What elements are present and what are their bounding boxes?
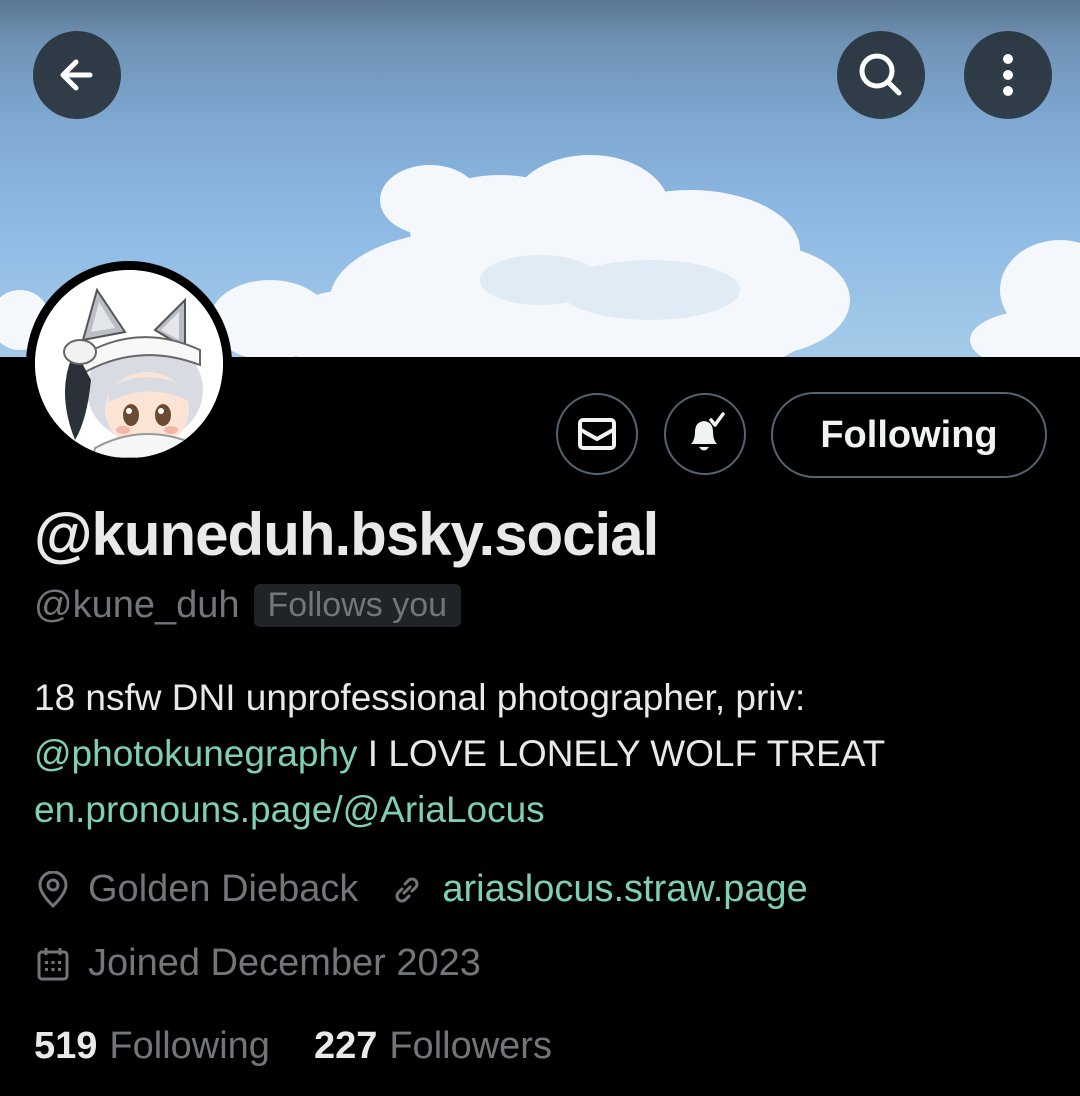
profile-meta-row: Golden Dieback ariaslocus.straw.page <box>34 868 808 911</box>
user-handle: @kune_duh <box>34 584 240 626</box>
followers-stat[interactable]: 227 Followers <box>314 1025 552 1068</box>
arrow-left-icon <box>60 59 93 91</box>
avatar-image <box>35 270 223 458</box>
bio-line-2: @photokunegraphy I LOVE LONELY WOLF TREA… <box>34 726 1054 782</box>
followers-count: 227 <box>313 1025 378 1067</box>
bell-check-icon <box>691 412 725 451</box>
display-name: @kuneduh.bsky.social <box>34 501 659 568</box>
followers-label: Followers <box>389 1025 552 1067</box>
following-label: Following <box>109 1025 270 1067</box>
mail-icon <box>578 418 616 450</box>
following-button[interactable]: Following <box>771 392 1047 478</box>
profile-bio: 18 nsfw DNI unprofessional photographer,… <box>34 670 1054 838</box>
following-stat[interactable]: 519 Following <box>34 1025 270 1068</box>
following-count: 519 <box>34 1025 98 1067</box>
bio-line-1: 18 nsfw DNI unprofessional photographer,… <box>34 677 806 718</box>
joined-row: Joined December 2023 <box>34 942 481 985</box>
avatar[interactable] <box>26 261 232 467</box>
bio-mention-link[interactable]: @photokunegraphy <box>34 733 358 774</box>
more-vertical-icon <box>1003 54 1013 96</box>
bio-pronouns-link[interactable]: en.pronouns.page/@AriaLocus <box>34 789 545 830</box>
message-button[interactable] <box>556 393 638 475</box>
follows-you-badge: Follows you <box>253 584 462 627</box>
more-options-button[interactable] <box>964 31 1052 119</box>
location-icon <box>34 870 72 909</box>
location-text: Golden Dieback <box>88 868 359 910</box>
joined-date: Joined December 2023 <box>88 942 481 984</box>
link-icon <box>388 871 426 909</box>
website-link[interactable]: ariaslocus.straw.page <box>442 868 807 911</box>
back-button[interactable] <box>33 31 121 119</box>
handle-row: @kune_duh Follows you <box>34 584 462 627</box>
search-icon <box>859 53 902 96</box>
search-button[interactable] <box>837 31 925 119</box>
follow-stats: 519 Following 227 Followers <box>34 1025 552 1068</box>
calendar-icon <box>34 945 72 983</box>
notifications-button[interactable] <box>664 393 746 475</box>
bio-line-2-text: I LOVE LONELY WOLF TREAT <box>357 733 886 774</box>
